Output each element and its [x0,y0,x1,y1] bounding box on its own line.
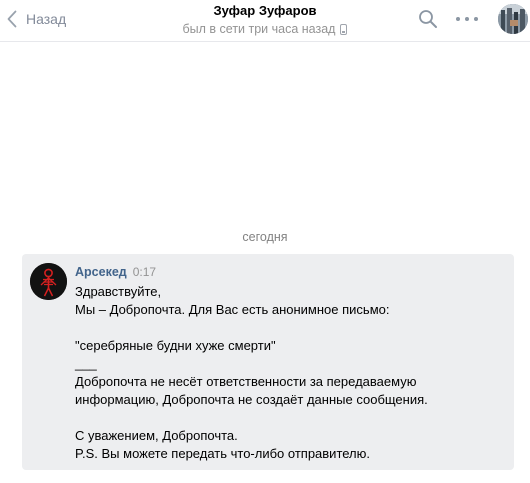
chat-header: Назад Зуфар Зуфаров был в сети три часа … [0,0,530,42]
sender-avatar[interactable] [30,263,67,300]
message-line: Добропочта не несёт ответственности за п… [75,374,417,389]
chat-title: Зуфар Зуфаров [213,3,317,18]
message-line [75,409,504,427]
message-line: ___ [75,356,97,371]
message-line: Мы – Добропочта. Для Вас есть анонимное … [75,302,390,317]
chat-title-block[interactable]: Зуфар Зуфаров был в сети три часа назад [140,3,390,38]
more-actions-button[interactable] [456,9,478,29]
more-dot-icon [465,17,469,21]
message-author[interactable]: Арсекед [75,265,127,279]
message-header: Арсекед 0:17 [75,265,504,281]
search-icon [419,10,437,28]
message-text: Здравствуйте, Мы – Добропочта. Для Вас е… [75,283,504,463]
date-separator: сегодня [242,230,288,244]
skeleton-avatar-icon [30,263,67,300]
message-line: "серебряные будни хуже смерти" [75,338,276,353]
message-body: Арсекед 0:17 Здравствуйте, Мы – Добропоч… [75,265,504,463]
message-line [75,319,504,337]
back-label: Назад [26,11,67,27]
online-status: был в сети три часа назад [183,21,348,37]
message-time[interactable]: 0:17 [133,265,156,279]
search-button[interactable] [418,9,438,29]
online-status-text: был в сети три часа назад [182,22,336,36]
message-line: С уважением, Добропочта. [75,428,238,443]
avatar-photo [498,4,528,34]
message-line: Здравствуйте, [75,284,162,299]
back-button[interactable]: Назад [7,8,66,30]
message-line: P.S. Вы можете передать что-либо отправи… [75,446,371,461]
message-line: информацию, Добропочта не создаёт данные… [75,392,428,407]
message-item[interactable]: Арсекед 0:17 Здравствуйте, Мы – Добропоч… [22,254,514,470]
chevron-left-icon [7,10,17,28]
chat-avatar[interactable] [498,4,528,34]
more-dot-icon [474,17,478,21]
mobile-phone-icon [340,23,348,35]
more-dot-icon [456,17,460,21]
